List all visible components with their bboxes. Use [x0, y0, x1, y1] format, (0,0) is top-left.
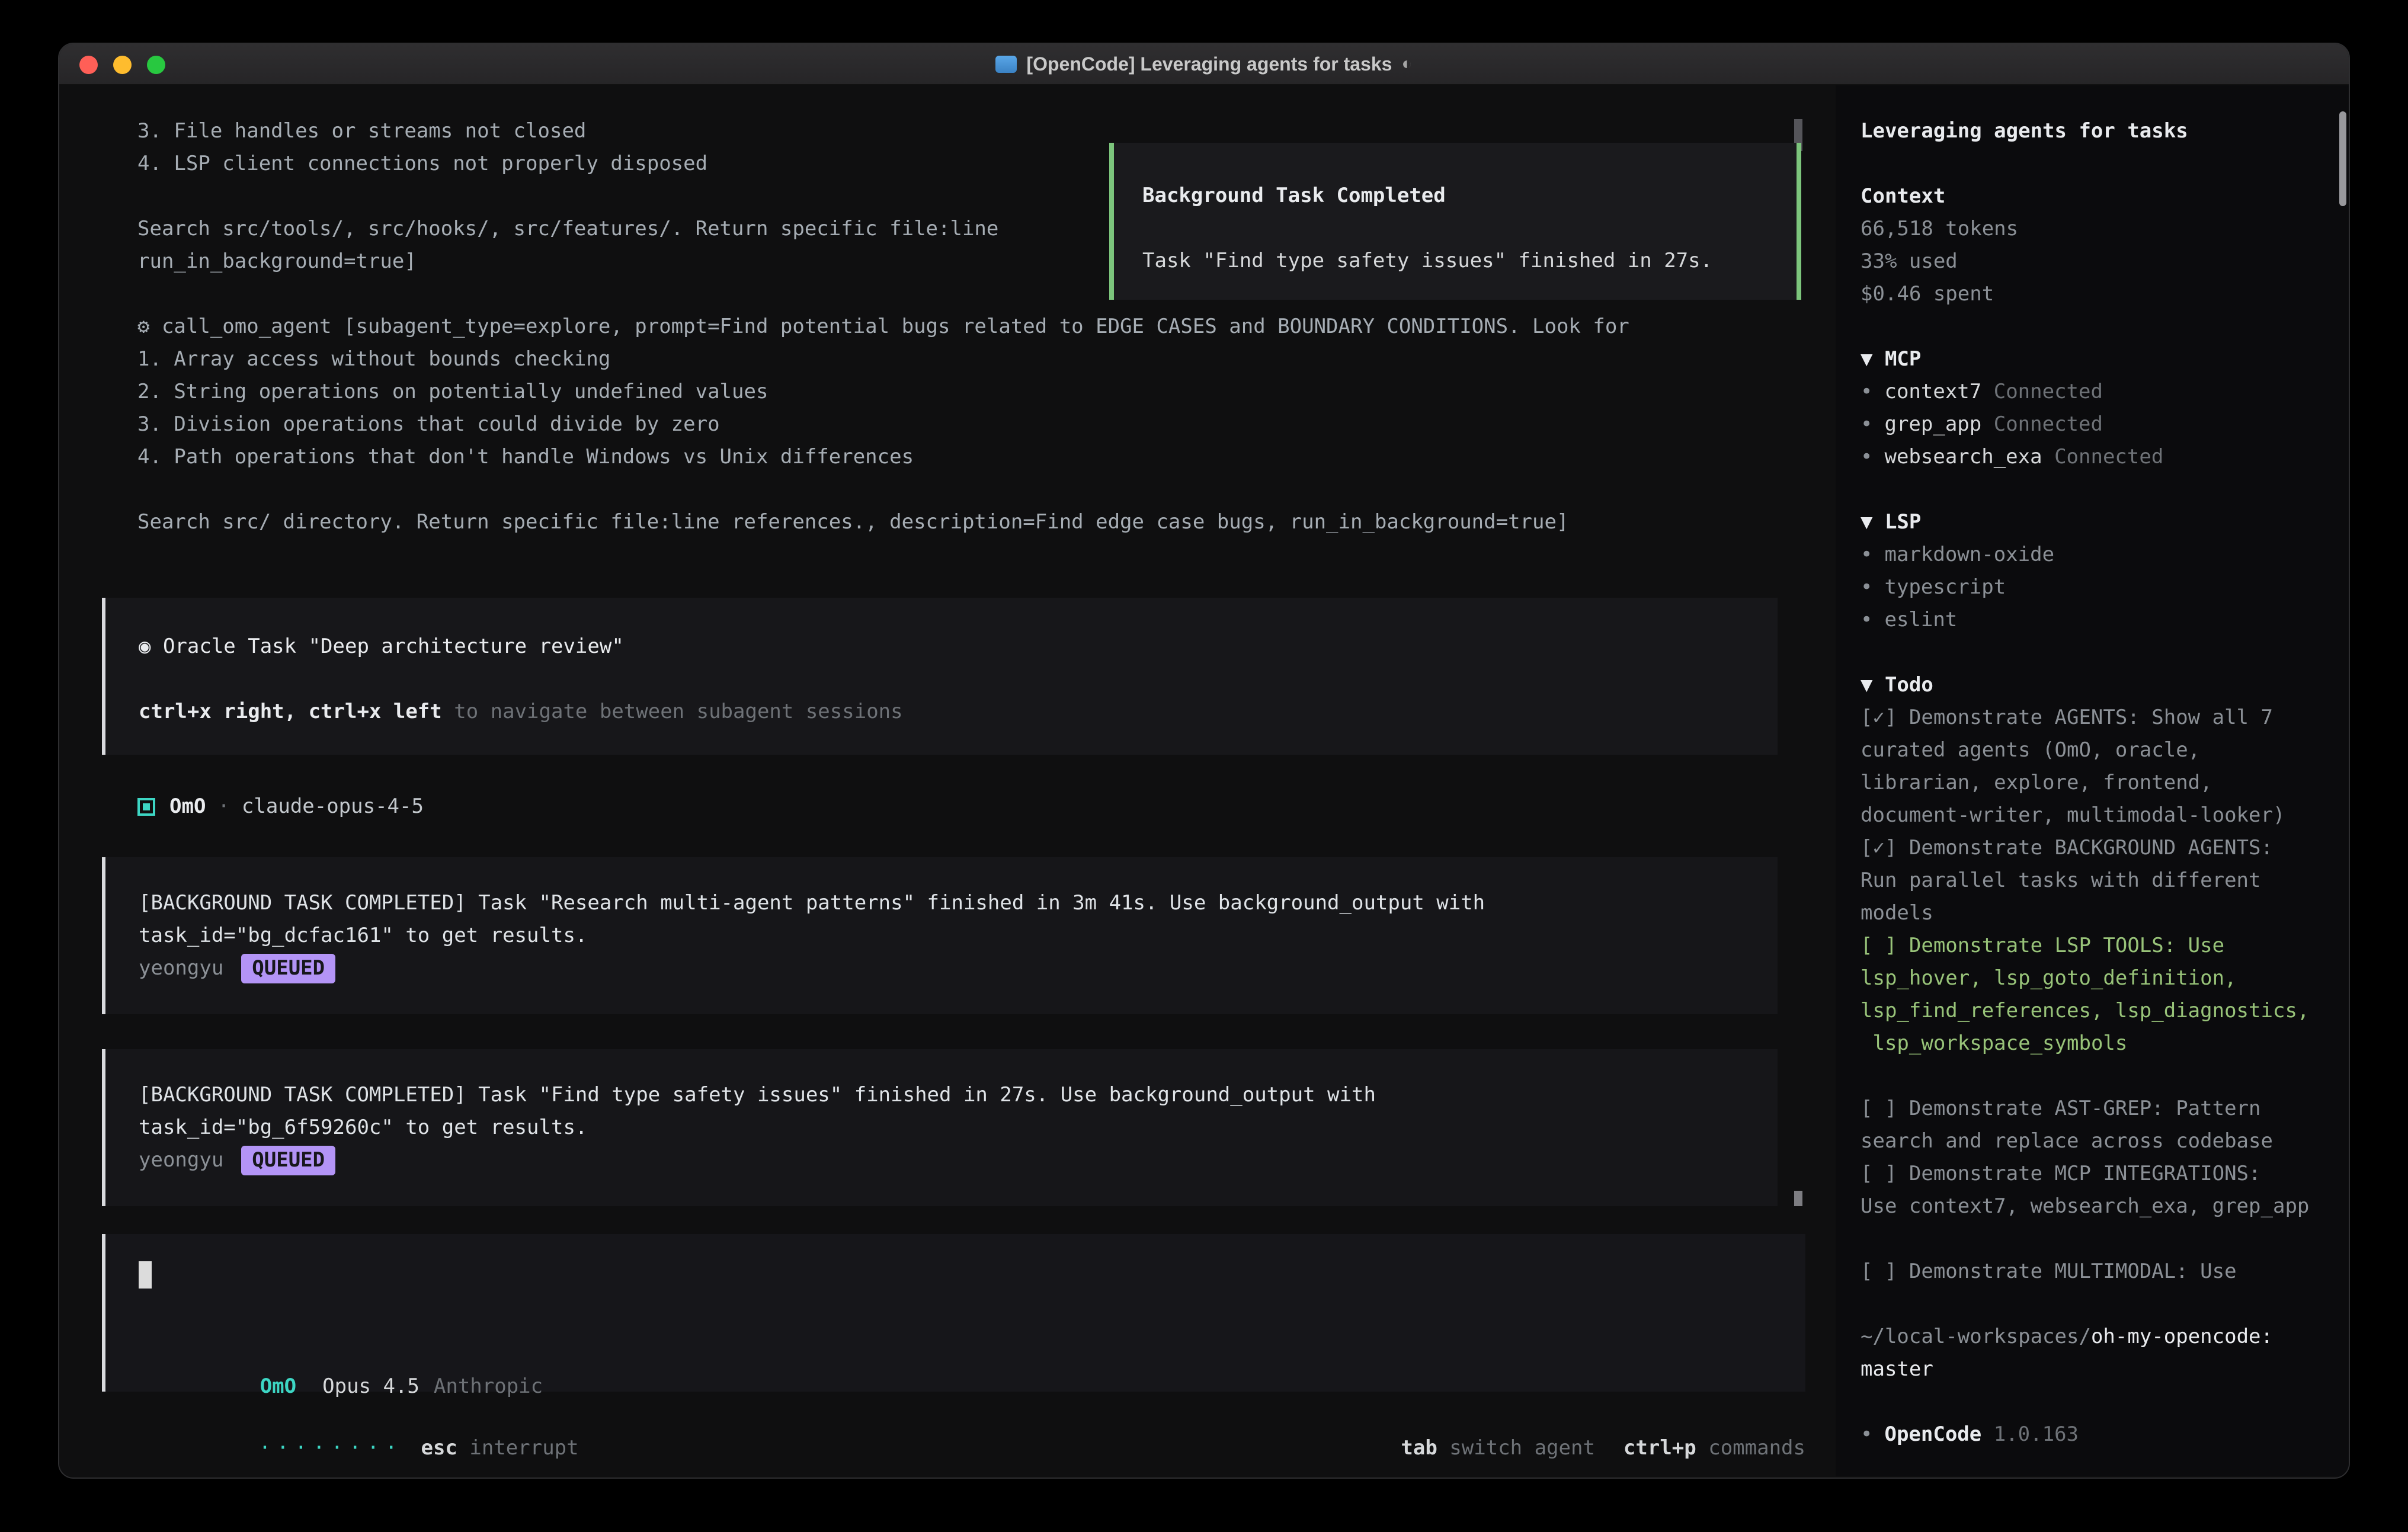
todo-item-done: [✓] Demonstrate BACKGROUND AGENTS: Run p… — [1861, 832, 2335, 930]
lsp-item: •eslint — [1861, 604, 2349, 636]
oracle-hint: ctrl+x right, ctrl+x left to navigate be… — [139, 696, 1778, 728]
input-agent-name: OmO — [260, 1374, 296, 1398]
spinner-icon: ········ — [259, 1436, 404, 1460]
agent-name: OmO — [169, 790, 206, 823]
context-used: 33% used — [1861, 245, 2349, 278]
queued-badge: QUEUED — [241, 1146, 335, 1175]
hint-keys: ctrl+x right, ctrl+x left — [139, 700, 442, 723]
esc-key-hint: esc — [421, 1436, 457, 1460]
message-meta: yeongyu QUEUED — [139, 1144, 1778, 1177]
todo-item-pending: [ ] Demonstrate AST-GREP: Pattern search… — [1861, 1092, 2335, 1158]
scrollback-line: 1. Array access without bounds checking — [137, 343, 1836, 376]
bullet-icon: • — [1861, 412, 1872, 436]
message-line: task_id="bg_6f59260c" to get results. — [139, 1111, 1778, 1144]
oracle-task-panel: ◉ Oracle Task "Deep architecture review"… — [102, 598, 1778, 755]
message-line: task_id="bg_dcfac161" to get results. — [139, 919, 1778, 952]
workspace-branch: master — [1861, 1353, 2349, 1386]
esc-label: interrupt — [469, 1436, 578, 1460]
minimize-button[interactable] — [113, 56, 132, 74]
prompt-input[interactable]: OmOOpus 4.5Anthropic — [102, 1234, 1805, 1392]
lsp-section-heading[interactable]: ▼ LSP — [1861, 506, 2349, 539]
todo-item-pending: [ ] Demonstrate MULTIMODAL: Use — [1861, 1255, 2335, 1288]
author: yeongyu — [139, 1148, 223, 1172]
scrollback-line — [137, 473, 1836, 506]
message-line: [BACKGROUND TASK COMPLETED] Task "Resear… — [139, 887, 1778, 919]
workspace-path: ~/local-workspaces/oh-my-opencode: — [1861, 1321, 2349, 1353]
input-provider: Anthropic — [434, 1374, 543, 1398]
toast-title: Background Task Completed — [1142, 180, 1797, 212]
agent-icon — [137, 798, 155, 816]
tab-key-hint: tab — [1401, 1436, 1437, 1460]
bullet-icon: • — [1861, 1422, 1872, 1446]
assistant-message: [BACKGROUND TASK COMPLETED] Task "Resear… — [102, 857, 1778, 1014]
mcp-item: •grep_app Connected — [1861, 408, 2349, 441]
agent-model: claude-opus-4-5 — [242, 790, 424, 823]
scrollback-line: 3. Division operations that could divide… — [137, 408, 1836, 441]
window-title: [OpenCode] Leveraging agents for tasks ◐ — [995, 53, 1412, 75]
text-cursor — [139, 1261, 152, 1289]
folder-icon — [995, 56, 1017, 73]
oracle-task-title: ◉ Oracle Task "Deep architecture review" — [139, 630, 1778, 663]
assistant-message: [BACKGROUND TASK COMPLETED] Task "Find t… — [102, 1049, 1778, 1206]
tab-label: switch agent — [1449, 1436, 1595, 1460]
mcp-item: •websearch_exa Connected — [1861, 441, 2349, 473]
terminal-main: Background Task Completed Task "Find typ… — [59, 85, 1836, 1476]
agent-header: OmO · claude-opus-4-5 — [137, 790, 1836, 823]
separator: · — [217, 790, 229, 823]
record-icon: ◉ — [139, 634, 150, 658]
sidebar: Leveraging agents for tasks Context 66,5… — [1836, 85, 2349, 1476]
app-version: 1.0.163 — [1994, 1422, 2079, 1446]
ctrlp-key-hint: ctrl+p — [1624, 1436, 1696, 1460]
todo-item-done: [✓] Demonstrate AGENTS: Show all 7 curat… — [1861, 701, 2335, 832]
bullet-icon: • — [1861, 543, 1872, 566]
context-heading: Context — [1861, 180, 2349, 213]
lsp-item: •markdown-oxide — [1861, 539, 2349, 571]
ctrlp-label: commands — [1708, 1436, 1805, 1460]
background-task-toast: Background Task Completed Task "Find typ… — [1109, 143, 1801, 300]
status-left: ········esc interrupt — [137, 1399, 579, 1432]
message-meta: yeongyu QUEUED — [139, 952, 1778, 985]
scrollback-line: Search src/ directory. Return specific f… — [137, 506, 1836, 539]
app-name: OpenCode — [1884, 1422, 1981, 1446]
session-title: Leveraging agents for tasks — [1861, 115, 2349, 148]
sidebar-scrollbar-thumb[interactable] — [2339, 111, 2346, 206]
traffic-lights — [79, 44, 165, 85]
status-right: tab switch agentctrl+p commands — [1280, 1399, 1805, 1432]
queued-badge: QUEUED — [241, 954, 335, 983]
input-model: Opus 4.5 — [322, 1374, 420, 1398]
window-title-text: [OpenCode] Leveraging agents for tasks — [1026, 53, 1392, 75]
todo-item-active: [ ] Demonstrate LSP TOOLS: Use lsp_hover… — [1861, 930, 2335, 1060]
status-bar: ········esc interrupt tab switch agentct… — [137, 1399, 1805, 1432]
scrollback-line-tool-call: ⚙ call_omo_agent [subagent_type=explore,… — [137, 310, 1836, 343]
titlebar: [OpenCode] Leveraging agents for tasks ◐ — [59, 44, 2349, 85]
mcp-item: •context7 Connected — [1861, 376, 2349, 408]
scrollback-line: 2. String operations on potentially unde… — [137, 376, 1836, 408]
author: yeongyu — [139, 956, 223, 980]
version-line: • OpenCode 1.0.163 — [1861, 1418, 2349, 1451]
context-spent: $0.46 spent — [1861, 278, 2349, 310]
todo-section-heading[interactable]: ▼ Todo — [1861, 669, 2349, 701]
bullet-icon: • — [1861, 608, 1872, 632]
bullet-icon: • — [1861, 380, 1872, 403]
bullet-icon: • — [1861, 445, 1872, 469]
close-button[interactable] — [79, 56, 98, 74]
lsp-item: •typescript — [1861, 571, 2349, 604]
todo-item-pending: [ ] Demonstrate MCP INTEGRATIONS: Use co… — [1861, 1158, 2335, 1223]
app-window: [OpenCode] Leveraging agents for tasks ◐… — [58, 43, 2350, 1479]
bullet-icon: • — [1861, 575, 1872, 599]
zoom-button[interactable] — [147, 56, 165, 74]
context-tokens: 66,518 tokens — [1861, 213, 2349, 245]
toast-body: Task "Find type safety issues" finished … — [1142, 245, 1797, 277]
message-line: [BACKGROUND TASK COMPLETED] Task "Find t… — [139, 1079, 1778, 1111]
input-meta: OmOOpus 4.5Anthropic — [139, 1338, 1805, 1370]
mcp-section-heading[interactable]: ▼ MCP — [1861, 343, 2349, 376]
busy-indicator-icon: ◐ — [1401, 54, 1412, 74]
main-scrollbar-mark — [1794, 1191, 1802, 1206]
scrollback-line: 4. Path operations that don't handle Win… — [137, 441, 1836, 473]
